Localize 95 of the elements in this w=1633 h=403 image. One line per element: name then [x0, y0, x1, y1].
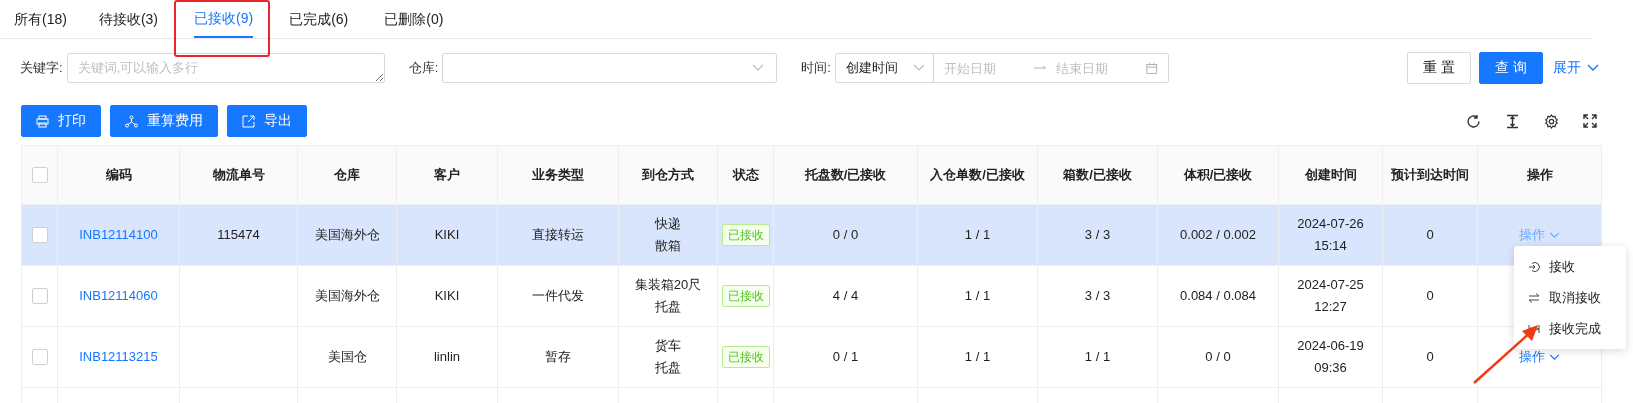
table-cell-text: 货车 托盘 — [655, 337, 681, 377]
print-button[interactable]: 打印 — [21, 105, 101, 137]
checkbox[interactable] — [31, 288, 48, 304]
table-cell-text: 2024-06-19 09:36 — [1297, 337, 1364, 377]
refresh-icon[interactable] — [1466, 113, 1481, 129]
table-cell-text: 美国海外仓 — [314, 226, 380, 244]
column-header: 业务类型 — [532, 166, 584, 184]
column-header: 体积/已接收 — [1183, 166, 1253, 184]
table-cell-text: 暂存 — [545, 348, 571, 366]
action-dropdown[interactable]: 操作 — [1519, 346, 1560, 368]
end-date-field[interactable]: 结束日期 — [1056, 60, 1137, 76]
table-cell-text: 2024-07-26 15:14 — [1297, 215, 1364, 255]
nodes-icon — [125, 114, 138, 128]
table-cell-text: 1 / 1 — [964, 287, 991, 305]
field-label: 关键字: — [20, 59, 63, 77]
field-label: 时间: — [801, 59, 831, 77]
tab[interactable]: 已删除(0) — [384, 0, 444, 38]
sign-in-icon — [1528, 260, 1540, 273]
reset-button[interactable]: 重 置 — [1407, 52, 1471, 84]
table-cell-text: 美国海外仓 — [314, 287, 380, 305]
table-cell-text: KIKI — [434, 226, 460, 244]
table-cell-text: 直接转运 — [532, 226, 584, 244]
menu-item[interactable]: 接收完成 — [1514, 313, 1626, 344]
table-cell-text: 1 / 1 — [1084, 348, 1111, 366]
settings-icon[interactable] — [1544, 113, 1559, 129]
start-date-field[interactable]: 开始日期 — [943, 60, 1024, 76]
expand-link[interactable]: 展开 — [1553, 59, 1599, 77]
checkbox[interactable] — [31, 227, 48, 243]
calendar-icon — [1146, 61, 1158, 75]
export-icon — [242, 114, 255, 128]
checkbox[interactable] — [31, 167, 48, 183]
printer-icon — [36, 114, 49, 128]
column-header: 客户 — [434, 166, 460, 184]
table-cell-text: 0 / 0 — [1205, 348, 1231, 366]
chevron-down-icon — [1587, 64, 1599, 72]
column-header: 入仓单数/已接收 — [930, 166, 1025, 184]
table-cell-text: KIKI — [434, 287, 460, 305]
table-cell-text: 一件代发 — [532, 287, 584, 305]
table-cell-text: 115474 — [217, 226, 260, 244]
field-label: 仓库: — [408, 59, 439, 77]
row-height-icon[interactable] — [1505, 113, 1520, 129]
warehouse-select[interactable] — [442, 53, 778, 83]
export-button[interactable]: 导出 — [227, 105, 307, 137]
table-cell-text: linlin — [434, 348, 460, 366]
chevron-down-icon — [912, 64, 925, 72]
column-header: 箱数/已接收 — [1063, 166, 1132, 184]
recalculate-button[interactable]: 重算费用 — [110, 105, 218, 137]
tab[interactable]: 所有(18) — [14, 0, 67, 38]
chevron-down-icon — [752, 64, 765, 72]
column-header: 预计到达时间 — [1391, 166, 1469, 184]
keyword-field[interactable]: 关键词,可以输入多行 — [66, 53, 385, 83]
tab[interactable]: 已接收(9) — [194, 0, 254, 38]
menu-item[interactable]: 取消接收 — [1514, 282, 1626, 313]
swap-icon — [1528, 291, 1540, 304]
column-header: 操作 — [1526, 166, 1553, 184]
column-header: 状态 — [732, 166, 759, 184]
width-icon — [1528, 322, 1540, 335]
table-cell-text: 4 / 4 — [832, 287, 859, 305]
column-header: 到仓方式 — [642, 166, 694, 184]
code-link[interactable]: INB12113215 — [79, 346, 158, 368]
tab[interactable]: 已完成(6) — [289, 0, 349, 38]
arrow-right-icon — [1033, 65, 1047, 71]
column-header: 仓库 — [334, 166, 360, 184]
chevron-down-icon — [1549, 231, 1560, 239]
table-cell-text: 美国仓 — [327, 348, 367, 366]
table-cell-text: 2024-07-25 12:27 — [1297, 276, 1364, 316]
table-cell-text: 快递 散箱 — [655, 215, 681, 255]
column-header: 编码 — [105, 166, 132, 184]
table-cell-text: 0.002 / 0.002 — [1180, 226, 1256, 244]
time-type-select[interactable]: 创建时间 — [835, 54, 934, 82]
table-cell-text: 0 — [1426, 348, 1434, 366]
chevron-down-icon — [1549, 353, 1560, 361]
table-cell-text: 3 / 3 — [1084, 287, 1111, 305]
table-cell-text: 0 — [1426, 226, 1434, 244]
table-cell-text: 0 — [1426, 287, 1434, 305]
column-header: 物流单号 — [212, 166, 265, 184]
checkbox[interactable] — [31, 349, 48, 365]
table-cell-text: 1 / 1 — [964, 226, 991, 244]
table-cell-text: 集装箱20尺 托盘 — [634, 276, 702, 316]
status-tag: 已接收 — [721, 224, 770, 246]
table-cell-text: 0.084 / 0.084 — [1180, 287, 1256, 305]
status-tag: 已接收 — [721, 285, 770, 307]
code-link[interactable]: INB12114060 — [79, 285, 158, 307]
fullscreen-icon[interactable] — [1583, 114, 1597, 128]
code-link[interactable]: INB12114100 — [79, 224, 158, 246]
column-header: 创建时间 — [1304, 166, 1357, 184]
status-tag: 已接收 — [721, 346, 770, 368]
table-cell-text: 0 / 1 — [832, 348, 859, 366]
tab[interactable]: 待接收(3) — [98, 0, 159, 38]
table-cell-text: 0 / 0 — [832, 226, 859, 244]
column-header: 托盘数/已接收 — [804, 166, 887, 184]
table-cell-text: 3 / 3 — [1084, 226, 1111, 244]
menu-item[interactable]: 接收 — [1514, 251, 1626, 282]
table-cell-text: 1 / 1 — [964, 348, 991, 366]
search-button[interactable]: 查 询 — [1479, 52, 1543, 84]
